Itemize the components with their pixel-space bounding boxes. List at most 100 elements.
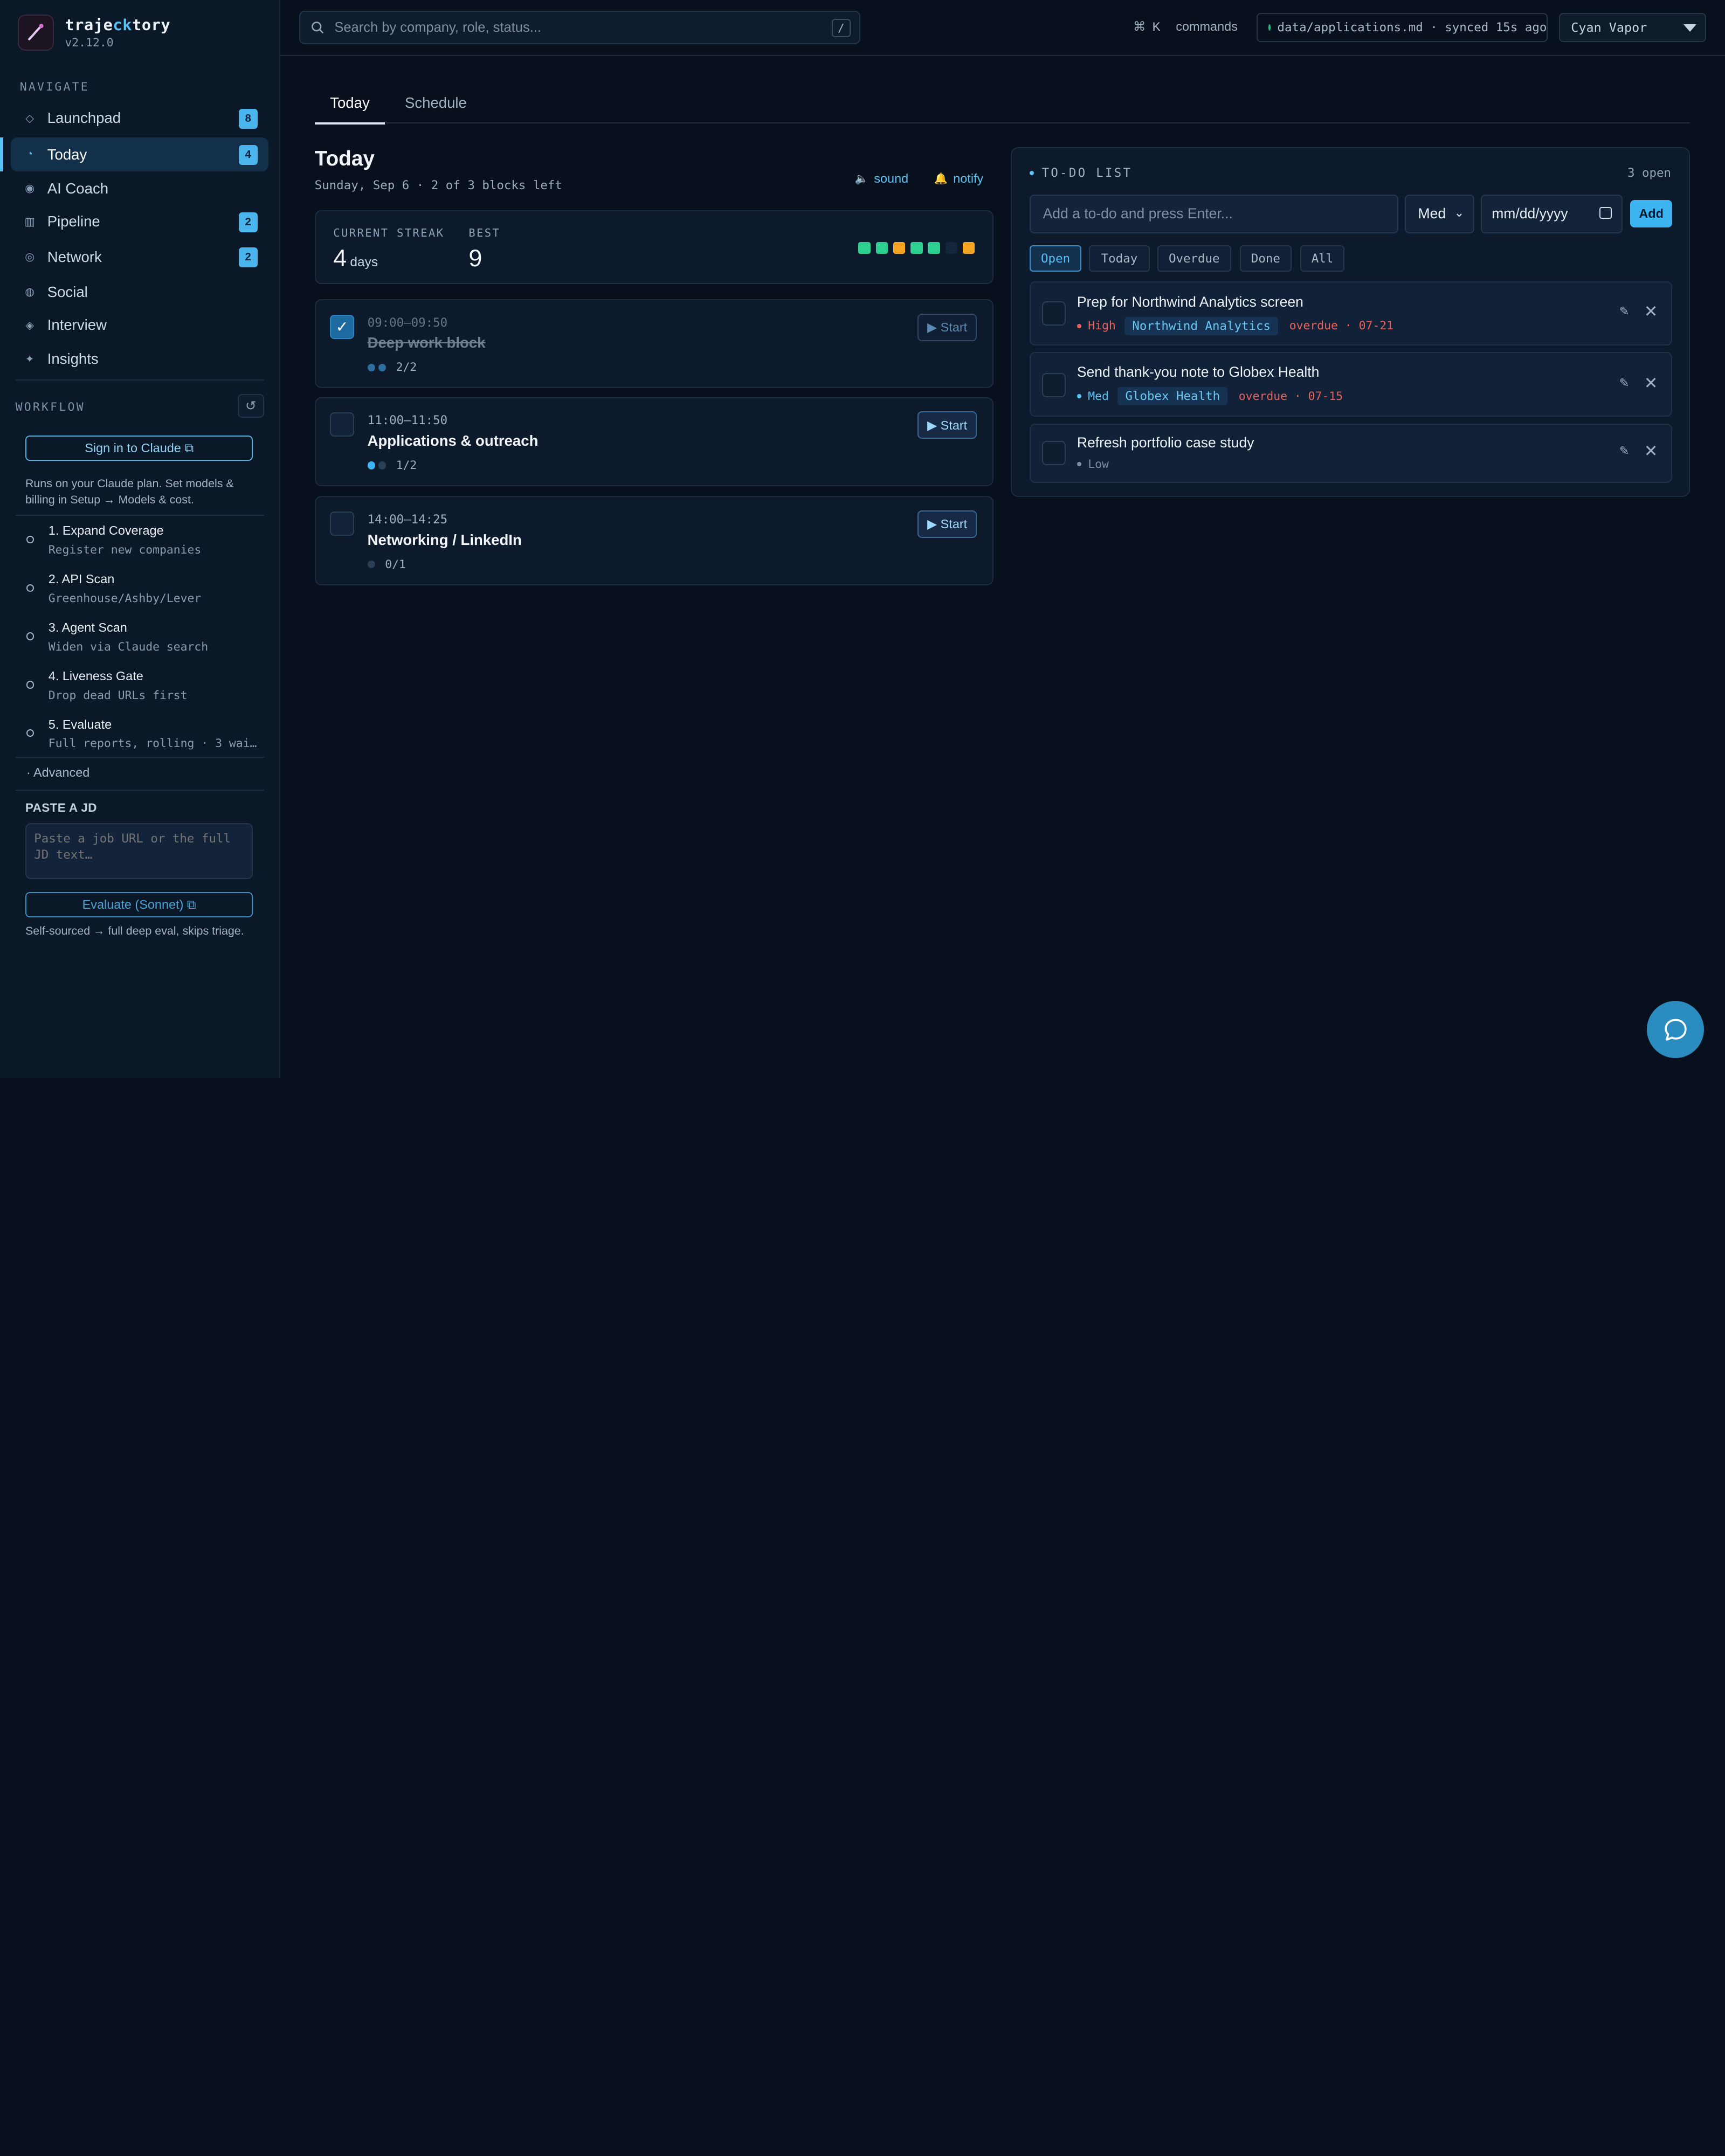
- overdue-label: overdue · 07-21: [1289, 319, 1394, 333]
- todo-item[interactable]: Send thank-you note to Globex Health Med…: [1030, 352, 1672, 417]
- time-block-card: ✓ 09:00–09:50 Deep work block 2/2 ▶ Star…: [314, 299, 993, 389]
- filter-today[interactable]: Today: [1089, 245, 1150, 272]
- start-button[interactable]: ▶ Start: [917, 411, 977, 439]
- streak-day-square: [893, 241, 906, 254]
- sidebar-item-social[interactable]: ◍ Social: [11, 275, 268, 309]
- start-button[interactable]: ▶ Start: [917, 313, 977, 341]
- streak-day-square: [928, 241, 940, 254]
- speaker-icon: 🔈: [854, 173, 869, 185]
- block-time: 09:00–09:50: [367, 315, 448, 330]
- tab-schedule[interactable]: Schedule: [405, 94, 467, 112]
- divider: [15, 757, 264, 758]
- todo-item[interactable]: Prep for Northwind Analytics screen High…: [1030, 281, 1672, 345]
- todo-input[interactable]: Add a to-do and press Enter...: [1030, 195, 1398, 233]
- edit-icon[interactable]: ✎: [1619, 305, 1630, 319]
- sidebar-item-insights[interactable]: ✦ Insights: [11, 342, 268, 376]
- filter-done[interactable]: Done: [1239, 245, 1292, 272]
- block-checkbox[interactable]: ✓: [330, 314, 355, 339]
- jd-textarea[interactable]: [25, 823, 253, 879]
- bell-icon: 🔔: [934, 173, 948, 185]
- filter-all[interactable]: All: [1300, 245, 1344, 272]
- app-version: v2.12.0: [65, 36, 114, 50]
- bullet-icon: [1030, 171, 1034, 176]
- edit-icon[interactable]: ✎: [1619, 376, 1630, 390]
- streak-current-label: CURRENT STREAK: [333, 226, 445, 240]
- page-subtitle: Sunday, Sep 6 · 2 of 3 blocks left: [314, 178, 562, 192]
- sidebar-item-label: Launchpad: [47, 109, 121, 127]
- divider: [15, 515, 264, 516]
- block-progress: 1/2: [367, 459, 417, 472]
- filter-open[interactable]: Open: [1030, 245, 1082, 272]
- theme-select[interactable]: Cyan Vapor: [1558, 13, 1707, 42]
- todo-meta: Med Globex Health overdue · 07-15: [1077, 387, 1343, 406]
- sign-in-claude-button[interactable]: Sign in to Claude ⧉: [25, 436, 253, 461]
- chevron-down-icon: ⌄: [1454, 205, 1465, 219]
- todo-panel: TO-DO LIST 3 open Add a to-do and press …: [1011, 147, 1690, 497]
- company-tag[interactable]: Northwind Analytics: [1124, 316, 1279, 335]
- shortcut-key: /: [831, 18, 851, 38]
- sidebar-item-label: Today: [47, 146, 87, 163]
- sidebar-item-ai-coach[interactable]: ◉ AI Coach: [11, 171, 268, 205]
- sidebar-item-interview[interactable]: ◈ Interview: [11, 308, 268, 342]
- streak-day-square: [910, 241, 923, 254]
- tab-today[interactable]: Today: [330, 94, 370, 112]
- todo-title: TO-DO LIST: [1030, 166, 1132, 180]
- block-checkbox[interactable]: [330, 412, 355, 437]
- count-badge: 8: [238, 109, 258, 129]
- start-button[interactable]: ▶ Start: [917, 510, 977, 538]
- sync-status[interactable]: data/applications.md · synced 15s ago: [1256, 13, 1548, 42]
- sidebar-item-label: AI Coach: [47, 179, 109, 197]
- evaluate-sonnet-button[interactable]: Evaluate (Sonnet) ⧉: [25, 892, 253, 918]
- streak-current-value: 4 days: [333, 244, 378, 272]
- brand[interactable]: trajecktory v2.12.0: [17, 14, 171, 51]
- step-status-icon: [26, 729, 34, 737]
- sync-dot-icon: [1268, 24, 1271, 31]
- streak-day-square: [945, 241, 957, 254]
- sidebar-item-label: Pipeline: [47, 213, 100, 230]
- add-todo-button[interactable]: Add: [1630, 200, 1672, 228]
- trajectory-logo-icon: [17, 14, 54, 51]
- workflow-note: Runs on your Claude plan. Set models & b…: [25, 476, 234, 507]
- refresh-button[interactable]: ↺: [237, 393, 264, 418]
- advanced-toggle[interactable]: · Advanced: [26, 765, 89, 780]
- block-title: Deep work block: [367, 334, 486, 351]
- block-progress: 0/1: [367, 558, 406, 571]
- sidebar: trajecktory v2.12.0 NAVIGATE ◇ Launchpad…: [0, 0, 281, 1078]
- step-status-icon: [26, 584, 34, 592]
- block-title: Applications & outreach: [367, 432, 539, 449]
- sidebar-item-network[interactable]: ◎ Network 2: [11, 240, 268, 274]
- coach-icon: ◉: [25, 183, 34, 195]
- todo-checkbox[interactable]: [1041, 441, 1066, 466]
- sidebar-item-pipeline[interactable]: ▥ Pipeline 2: [11, 205, 268, 239]
- sidebar-item-label: Social: [47, 283, 88, 300]
- sound-toggle[interactable]: 🔈 sound: [855, 171, 909, 186]
- chat-bubble-icon: [1664, 1018, 1687, 1041]
- search-placeholder: Search by company, role, status...: [334, 19, 541, 35]
- sidebar-item-today[interactable]: ◔ Today 4: [11, 137, 268, 172]
- todo-checkbox[interactable]: [1041, 372, 1066, 397]
- todo-checkbox[interactable]: [1041, 301, 1066, 326]
- active-indicator: [0, 137, 4, 172]
- company-tag[interactable]: Globex Health: [1117, 387, 1228, 406]
- chat-button[interactable]: [1647, 1001, 1705, 1059]
- streak-day-square: [962, 241, 975, 254]
- commands-button[interactable]: ⌘ Kcommands: [1133, 19, 1238, 34]
- close-icon[interactable]: ✕: [1644, 374, 1658, 393]
- edit-icon[interactable]: ✎: [1619, 444, 1630, 458]
- search-input[interactable]: Search by company, role, status... /: [299, 11, 860, 44]
- close-icon[interactable]: ✕: [1644, 442, 1658, 461]
- notify-toggle[interactable]: 🔔 notify: [934, 171, 984, 186]
- sidebar-item-label: Network: [47, 248, 102, 265]
- sidebar-item-launchpad[interactable]: ◇ Launchpad 8: [11, 101, 268, 135]
- priority-select[interactable]: Med ⌄: [1405, 195, 1474, 233]
- step-status-icon: [26, 535, 34, 544]
- due-date-input[interactable]: mm/dd/yyyy: [1480, 195, 1623, 233]
- count-badge: 4: [238, 145, 258, 165]
- filter-overdue[interactable]: Overdue: [1157, 245, 1231, 272]
- todo-item[interactable]: Refresh portfolio case study Low ✎ ✕: [1030, 423, 1672, 483]
- app-name: trajecktory: [65, 15, 171, 34]
- block-checkbox[interactable]: [330, 511, 355, 536]
- streak-history: [853, 241, 975, 254]
- todo-title: Send thank-you note to Globex Health: [1077, 364, 1320, 381]
- close-icon[interactable]: ✕: [1644, 302, 1658, 321]
